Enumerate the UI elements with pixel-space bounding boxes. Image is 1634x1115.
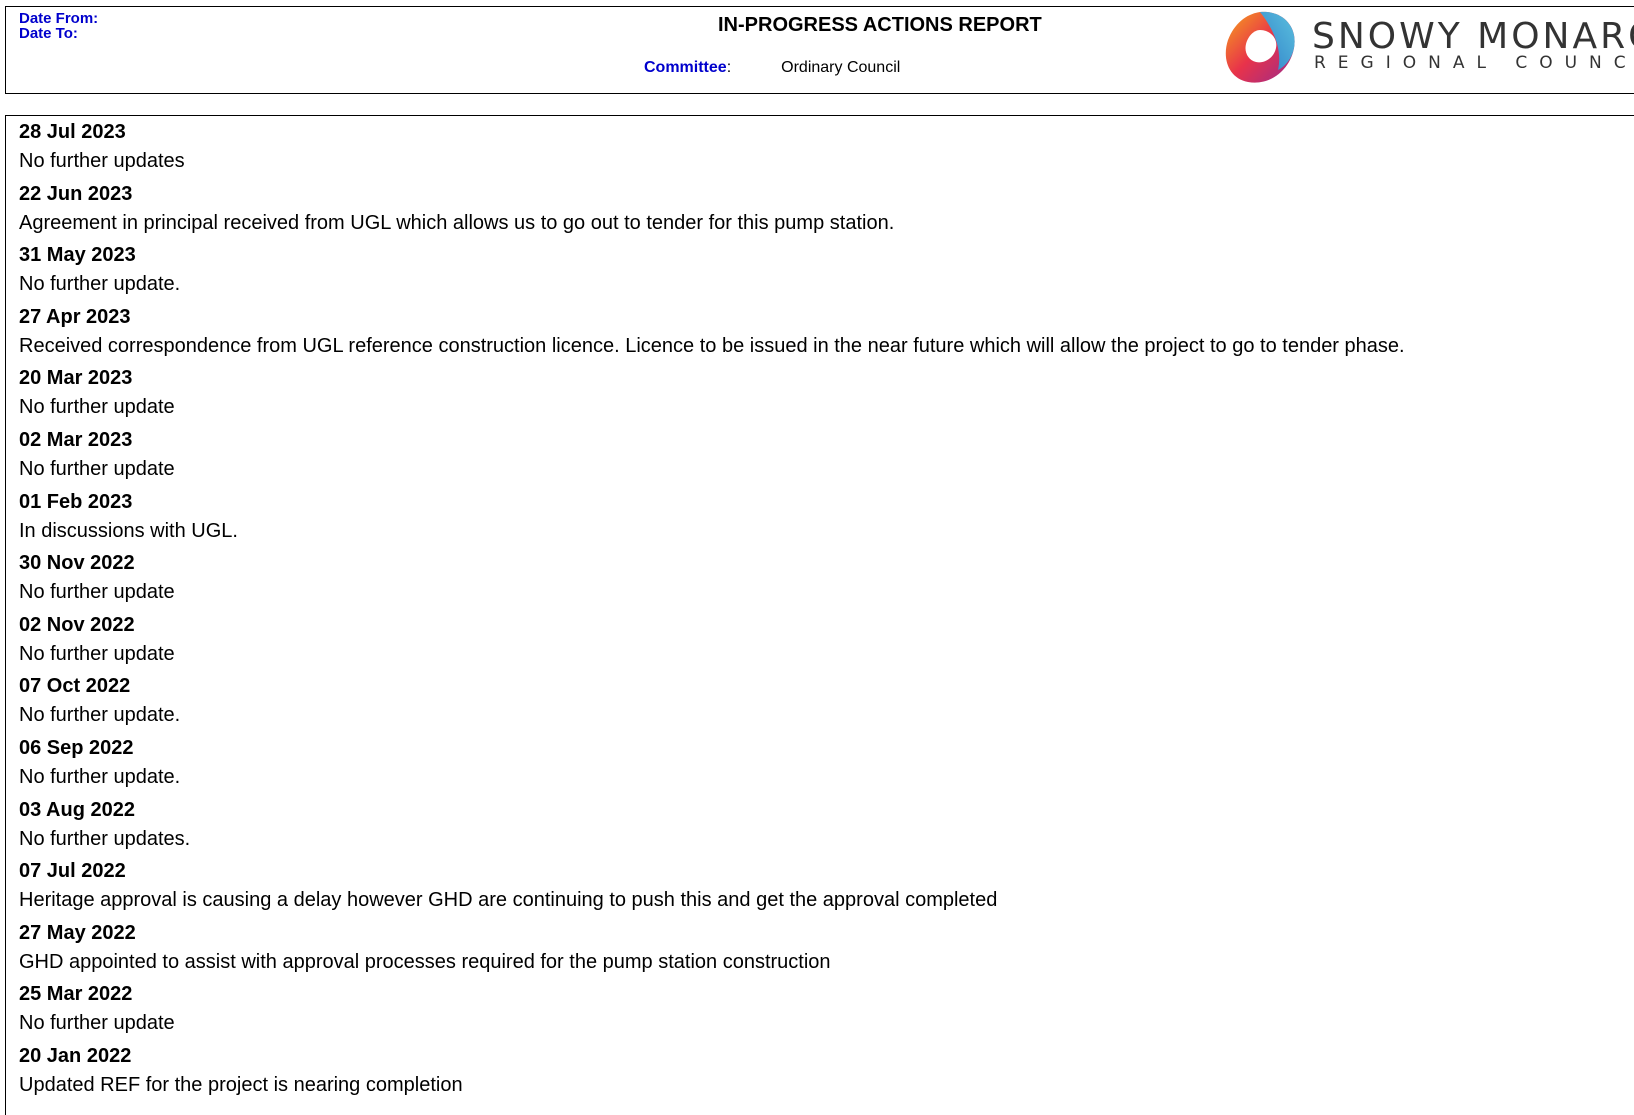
- action-updates-box: 28 Jul 2023 No further updates 22 Jun 20…: [5, 115, 1634, 1115]
- update-text: Heritage approval is causing a delay how…: [19, 889, 998, 912]
- update-entry: 20 Jan 2022 Updated REF for the project …: [19, 1040, 1405, 1102]
- report-title: IN-PROGRESS ACTIONS REPORT: [718, 14, 1042, 36]
- date-range-labels: Date From: Date To:: [19, 11, 98, 41]
- update-date: 27 May 2022: [19, 921, 136, 944]
- update-entry: 20 Mar 2023 No further update: [19, 362, 1405, 424]
- update-text: Updated REF for the project is nearing c…: [19, 1073, 463, 1096]
- date-to-label: Date To:: [19, 25, 78, 42]
- council-logo-icon: [1225, 11, 1295, 83]
- update-text: No further update: [19, 642, 175, 665]
- update-entry: 30 Nov 2022 No further update: [19, 547, 1405, 609]
- logo-subtitle: REGIONAL COUNCIL: [1314, 53, 1634, 73]
- council-logo: SNOWY MONARO REGIONAL COUNCIL: [1220, 8, 1634, 88]
- update-text: No further update.: [19, 765, 181, 788]
- update-date: 25 Mar 2022: [19, 983, 133, 1006]
- update-entry: 07 Oct 2022 No further update.: [19, 670, 1405, 732]
- update-date: 30 Nov 2022: [19, 552, 135, 575]
- update-entry: 06 Sep 2022 No further update.: [19, 732, 1405, 794]
- date-from-label: Date From:: [19, 10, 99, 27]
- update-text: No further update: [19, 396, 175, 419]
- update-entry: 27 May 2022 GHD appointed to assist with…: [19, 917, 1405, 979]
- update-date: 22 Jun 2023: [19, 182, 133, 205]
- update-text: No further update: [19, 457, 175, 480]
- update-entry: 03 Aug 2022 No further updates.: [19, 794, 1405, 856]
- update-date: 31 May 2023: [19, 244, 136, 267]
- update-entry: 22 Jun 2023 Agreement in principal recei…: [19, 178, 1405, 240]
- update-text: No further update: [19, 581, 175, 604]
- update-text: No further updates: [19, 150, 185, 172]
- update-text: No further update.: [19, 273, 181, 296]
- update-date: 27 Apr 2023: [19, 305, 131, 328]
- update-date: 28 Jul 2023: [19, 121, 126, 143]
- committee-row: Committee: Ordinary Council: [644, 58, 900, 78]
- update-date: 20 Jan 2022: [19, 1044, 132, 1067]
- update-entry: 07 Jul 2022 Heritage approval is causing…: [19, 855, 1405, 917]
- update-entry: 01 Feb 2023 In discussions with UGL.: [19, 486, 1405, 548]
- update-date: 03 Aug 2022: [19, 798, 135, 821]
- update-text: No further updates.: [19, 827, 191, 850]
- update-entry: 25 Mar 2022 No further update: [19, 978, 1405, 1040]
- update-date: 07 Jul 2022: [19, 860, 126, 883]
- update-date: 07 Oct 2022: [19, 675, 131, 698]
- committee-value: Ordinary Council: [781, 59, 901, 76]
- update-text: No further update.: [19, 704, 181, 727]
- update-entry: 27 Apr 2023 Received correspondence from…: [19, 301, 1405, 363]
- update-text: No further update: [19, 1012, 175, 1035]
- update-date: 01 Feb 2023: [19, 490, 133, 513]
- action-updates-list: 28 Jul 2023 No further updates 22 Jun 20…: [19, 116, 1405, 1102]
- update-text: GHD appointed to assist with approval pr…: [19, 950, 831, 973]
- committee-label: Committee: [644, 59, 727, 76]
- update-entry: 31 May 2023 No further update.: [19, 239, 1405, 301]
- logo-title: SNOWY MONARO: [1312, 16, 1634, 57]
- update-entry: 28 Jul 2023 No further updates: [19, 116, 1405, 178]
- report-header: Date From: Date To: IN-PROGRESS ACTIONS …: [5, 6, 1634, 94]
- update-date: 02 Nov 2022: [19, 613, 135, 636]
- update-text: Agreement in principal received from UGL…: [19, 211, 895, 234]
- update-text: In discussions with UGL.: [19, 519, 238, 542]
- update-date: 20 Mar 2023: [19, 367, 133, 390]
- update-date: 06 Sep 2022: [19, 736, 134, 759]
- update-entry: 02 Nov 2022 No further update: [19, 609, 1405, 671]
- update-entry: 02 Mar 2023 No further update: [19, 424, 1405, 486]
- update-date: 02 Mar 2023: [19, 428, 133, 451]
- committee-colon: :: [726, 59, 732, 76]
- update-text: Received correspondence from UGL referen…: [19, 334, 1405, 357]
